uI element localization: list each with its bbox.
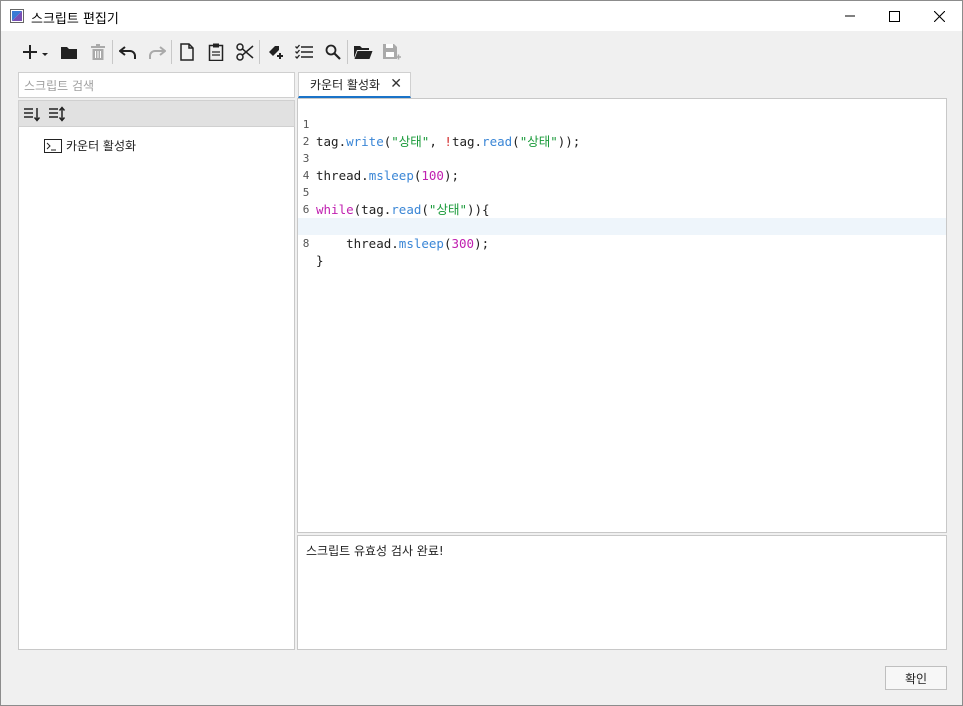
sort-descending-icon	[49, 105, 66, 122]
sort-ascending-icon	[24, 107, 41, 122]
undo-button[interactable]	[113, 37, 142, 67]
add-tag-button[interactable]	[260, 37, 289, 67]
plus-icon	[23, 45, 48, 59]
code-editor[interactable]: 1 tag.write("상태", !tag.read("상태")); 2 3 …	[297, 98, 947, 533]
folder-open-icon	[353, 45, 372, 59]
search-icon	[325, 44, 341, 60]
validation-message: 스크립트 유효성 검사 완료!	[306, 544, 444, 558]
script-editor-window: 스크립트 편집기 스크립트 검색 카운터 활성화 카운터 활성화 ✕ 1 tag…	[0, 0, 963, 706]
ok-button[interactable]: 확인	[885, 666, 947, 690]
code-line: 5 while(tag.read("상태")){	[298, 167, 946, 217]
script-search-input[interactable]: 스크립트 검색	[18, 72, 295, 98]
minimize-button[interactable]	[827, 1, 873, 31]
tab-close-icon[interactable]: ✕	[390, 76, 402, 92]
title-bar: 스크립트 편집기	[1, 1, 962, 31]
code-text: }	[316, 253, 324, 268]
sort-ascending-button[interactable]	[23, 106, 41, 122]
checklist-icon	[294, 44, 313, 59]
code-line: 4	[298, 150, 946, 182]
tab-label: 카운터 활성화	[310, 78, 381, 92]
save-icon	[382, 44, 401, 60]
app-logo-icon	[10, 9, 24, 23]
code-line: 3 thread.msleep(100);	[298, 133, 946, 183]
clipboard-icon	[208, 43, 223, 61]
copy-icon	[179, 43, 194, 61]
validate-button[interactable]	[289, 37, 318, 67]
code-line-current: 8 }	[298, 218, 946, 268]
code-line: 1 tag.write("상태", !tag.read("상태"));	[298, 99, 946, 149]
cut-button[interactable]	[230, 37, 259, 67]
window-title: 스크립트 편집기	[31, 12, 119, 27]
folder-icon	[60, 46, 77, 59]
maximize-button[interactable]	[871, 1, 917, 31]
code-line: 7 thread.msleep(300);	[298, 201, 946, 251]
close-window-button[interactable]	[916, 1, 962, 31]
undo-icon	[118, 46, 136, 59]
tree-item-counter-activate[interactable]: 카운터 활성화	[44, 137, 136, 154]
scissors-icon	[235, 43, 253, 61]
open-button[interactable]	[348, 37, 377, 67]
output-panel: 스크립트 유효성 검사 완료!	[297, 535, 947, 650]
delete-button[interactable]	[83, 37, 112, 67]
redo-icon	[148, 46, 166, 59]
sort-descending-button[interactable]	[48, 105, 66, 122]
toolbar	[18, 36, 406, 68]
code-line: 2	[298, 116, 946, 148]
tab-counter-activate[interactable]: 카운터 활성화 ✕	[298, 72, 411, 98]
search-button[interactable]	[318, 37, 347, 67]
trash-icon	[90, 43, 105, 60]
tree-toolbar	[18, 100, 295, 127]
script-icon	[44, 138, 62, 153]
save-button[interactable]	[377, 37, 406, 67]
line-number: 8	[302, 237, 310, 250]
script-tree: 카운터 활성화	[18, 127, 295, 650]
new-folder-button[interactable]	[54, 37, 83, 67]
code-line: 6 tag.write("카운터", tag.read("상태") + 1);	[298, 184, 946, 234]
tree-item-label: 카운터 활성화	[66, 139, 137, 153]
add-script-button[interactable]	[18, 37, 54, 67]
redo-button[interactable]	[142, 37, 171, 67]
tag-plus-icon	[268, 46, 283, 59]
copy-button[interactable]	[172, 37, 201, 67]
paste-button[interactable]	[201, 37, 230, 67]
